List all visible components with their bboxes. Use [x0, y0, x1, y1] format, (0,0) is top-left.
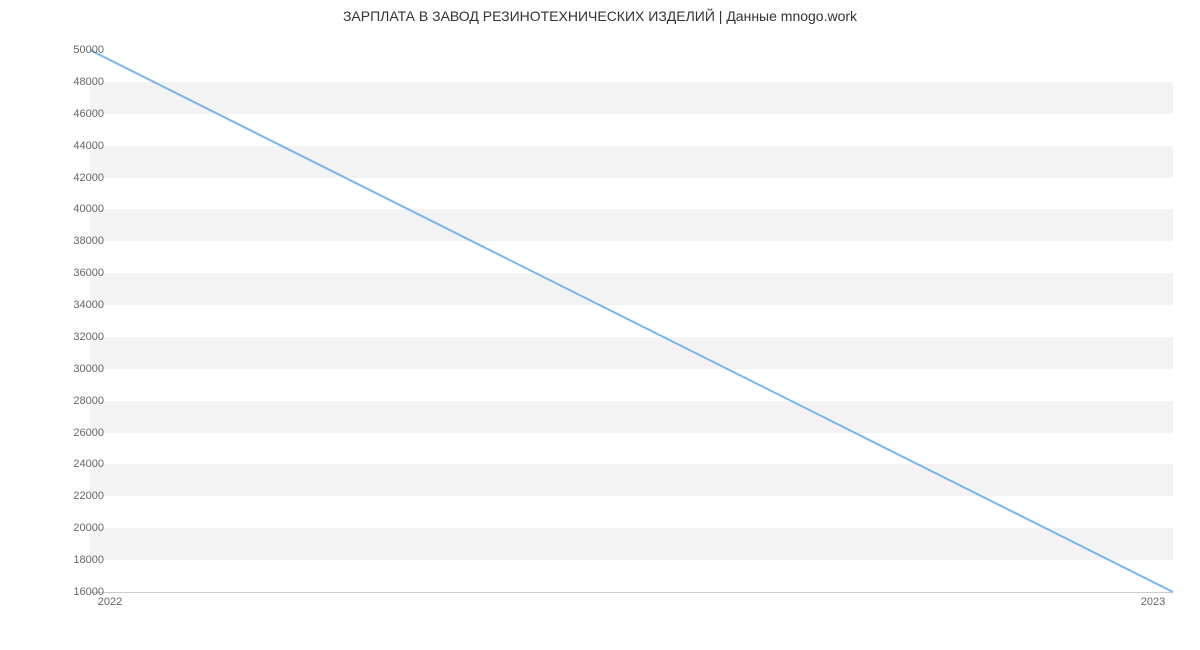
- y-axis-tick: 46000: [44, 108, 104, 120]
- y-axis-tick: 26000: [44, 427, 104, 439]
- y-axis-tick: 34000: [44, 299, 104, 311]
- y-axis-tick: 48000: [44, 76, 104, 88]
- y-axis-tick: 32000: [44, 331, 104, 343]
- y-axis-tick: 38000: [44, 235, 104, 247]
- y-axis-tick: 40000: [44, 203, 104, 215]
- chart-title: ЗАРПЛАТА В ЗАВОД РЕЗИНОТЕХНИЧЕСКИХ ИЗДЕЛ…: [0, 0, 1200, 24]
- series-line: [90, 50, 1173, 592]
- y-axis-tick: 24000: [44, 458, 104, 470]
- y-axis-tick: 18000: [44, 554, 104, 566]
- x-axis-tick: 2023: [1141, 596, 1165, 608]
- y-axis-tick: 28000: [44, 395, 104, 407]
- y-axis-tick: 30000: [44, 363, 104, 375]
- line-layer: [90, 50, 1173, 592]
- y-axis-tick: 44000: [44, 140, 104, 152]
- y-axis-tick: 36000: [44, 267, 104, 279]
- x-axis-tick: 2022: [98, 596, 122, 608]
- plot-area: [90, 50, 1173, 593]
- y-axis-tick: 16000: [44, 586, 104, 598]
- y-axis-tick: 42000: [44, 172, 104, 184]
- y-axis-tick: 20000: [44, 522, 104, 534]
- y-axis-tick: 50000: [44, 44, 104, 56]
- chart-container: ЗАРПЛАТА В ЗАВОД РЕЗИНОТЕХНИЧЕСКИХ ИЗДЕЛ…: [0, 0, 1200, 650]
- y-axis-tick: 22000: [44, 490, 104, 502]
